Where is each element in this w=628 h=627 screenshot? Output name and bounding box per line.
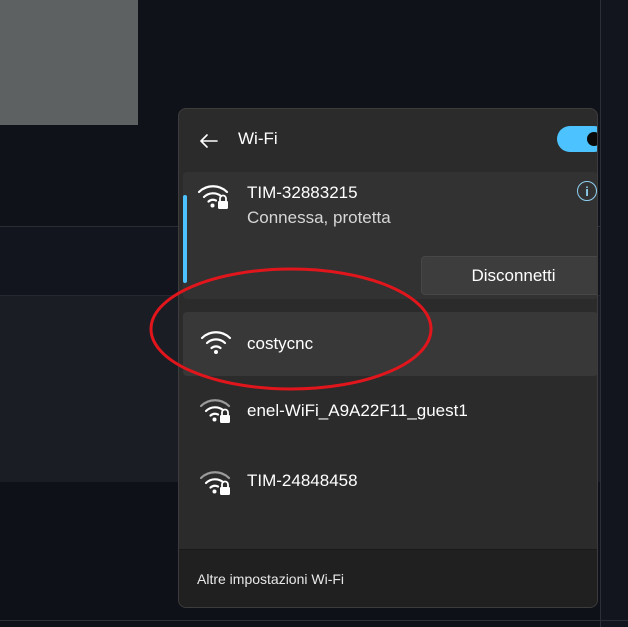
wifi-flyout: Wi-Fi TIM-32883215 Connessa, protetta i … — [178, 108, 598, 608]
wifi-icon — [200, 331, 232, 354]
network-item-costycnc[interactable]: costycnc — [183, 312, 597, 376]
wifi-header: Wi-Fi — [179, 109, 597, 171]
network-name: TIM-32883215 — [247, 183, 358, 202]
network-name: costycnc — [247, 334, 314, 353]
network-name: enel-WiFi_A9A22F11_guest1 — [247, 401, 468, 420]
wifi-footer: Altre impostazioni Wi-Fi — [179, 549, 597, 607]
arrow-left-icon — [200, 134, 218, 148]
disconnect-button[interactable]: Disconnetti — [421, 256, 597, 295]
info-icon[interactable]: i — [577, 181, 597, 201]
back-button[interactable] — [195, 127, 223, 155]
wifi-secured-icon — [199, 471, 231, 495]
background-window-gray — [0, 0, 138, 125]
network-status: Connessa, protetta — [247, 208, 391, 227]
more-wifi-settings-link[interactable]: Altre impostazioni Wi-Fi — [197, 571, 344, 587]
selection-indicator — [183, 195, 187, 283]
wifi-title: Wi-Fi — [238, 129, 278, 148]
network-item-tim[interactable]: TIM-24848458 — [183, 449, 597, 513]
wifi-secured-icon — [199, 399, 231, 423]
wifi-secured-icon — [197, 185, 229, 209]
connected-network[interactable]: TIM-32883215 Connessa, protetta i Discon… — [183, 172, 597, 299]
divider — [0, 620, 628, 621]
wifi-toggle[interactable] — [557, 126, 597, 152]
toggle-knob — [587, 132, 597, 146]
divider — [600, 0, 601, 627]
network-name: TIM-24848458 — [247, 471, 358, 490]
network-item-enel[interactable]: enel-WiFi_A9A22F11_guest1 — [183, 379, 597, 443]
